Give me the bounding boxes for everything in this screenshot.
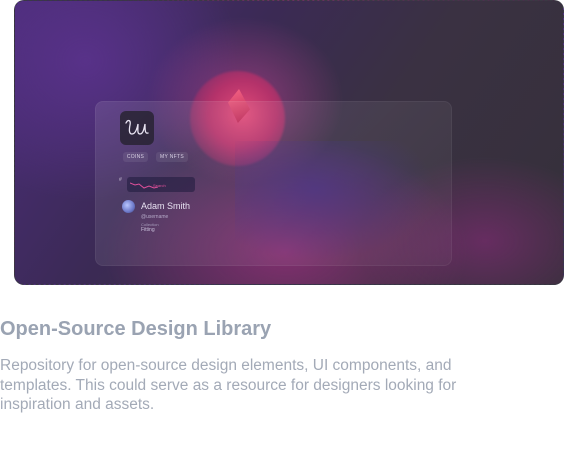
trend-marker: #	[119, 177, 122, 183]
project-description: Repository for open-source design elemen…	[0, 357, 457, 413]
app-logo	[120, 111, 154, 145]
project-title[interactable]: Open-Source Design Library	[0, 318, 271, 341]
avatar	[122, 200, 135, 213]
tab-my-nfts[interactable]: MY NFTS	[156, 152, 188, 162]
collection-value: Fitting	[141, 227, 155, 233]
user-handle: @username	[141, 214, 169, 220]
script-u-logo-icon	[125, 119, 149, 135]
trend-widget: Search	[127, 177, 195, 192]
trend-label: Search	[153, 183, 166, 188]
user-name: Adam Smith	[141, 201, 191, 211]
tab-coins[interactable]: COINS	[123, 152, 148, 162]
project-preview-image[interactable]: COINS MY NFTS # Search Adam Smith @usern…	[14, 0, 564, 285]
